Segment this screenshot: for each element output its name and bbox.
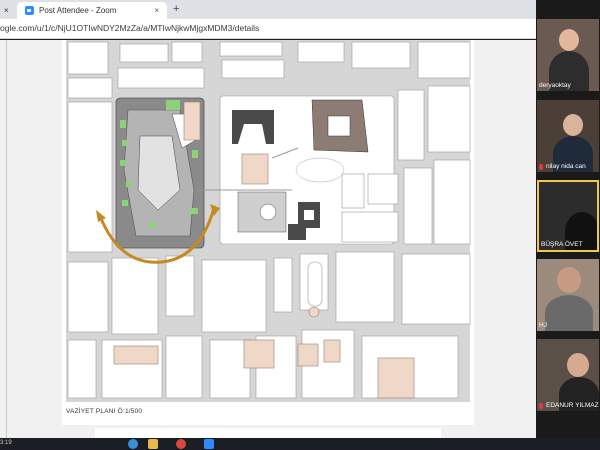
participant-name: HJ <box>539 322 547 329</box>
site-plan-document: VAZİYET PLANI Ö:1/500 <box>62 40 474 425</box>
participant-name: EDANUR YILMAZ <box>539 402 599 409</box>
page-content: VAZİYET PLANI Ö:1/500 <box>0 40 536 438</box>
participant-tile[interactable]: EDANUR YILMAZ <box>537 339 599 411</box>
zoom-app-icon[interactable] <box>204 439 214 449</box>
participant-tile-active[interactable]: BÜŞRA ÖVET <box>537 180 599 252</box>
participant-video-head <box>563 114 583 136</box>
participant-tile[interactable]: nilay nida can <box>537 100 599 172</box>
participant-video-head <box>559 29 579 51</box>
plan-caption: VAZİYET PLANI Ö:1/500 <box>66 408 143 415</box>
address-bar[interactable]: ogle.com/u/1/c/NjU1OTIwNDY2MzZa/a/MTIwNj… <box>0 19 536 39</box>
participant-name: nilay nida can <box>539 163 586 170</box>
participant-video-body <box>545 295 593 331</box>
participant-panel: deryaoktay nilay nida can BÜŞRA ÖVET HJ … <box>536 0 600 438</box>
adjacent-building <box>183 101 201 141</box>
chrome-icon[interactable] <box>176 439 186 449</box>
linear-park <box>307 261 323 307</box>
browser-tab-strip: × Post Attendee - Zoom × + <box>0 0 536 19</box>
participant-tile[interactable]: HJ <box>537 259 599 331</box>
participant-tile[interactable]: deryaoktay <box>537 19 599 91</box>
participant-video-head <box>567 353 589 377</box>
screen: × Post Attendee - Zoom × + ogle.com/u/1/… <box>0 0 600 450</box>
new-tab-button[interactable]: + <box>173 3 179 15</box>
tab-close-icon[interactable]: × <box>4 6 9 15</box>
participant-name: BÜŞRA ÖVET <box>541 241 583 248</box>
file-explorer-icon[interactable] <box>148 439 158 449</box>
participant-video-head <box>557 267 581 293</box>
complex-building <box>237 191 287 233</box>
participant-name: deryaoktay <box>539 82 571 89</box>
taskbar-clock: 3:19 <box>0 440 12 446</box>
browser-tab-zoom[interactable]: Post Attendee - Zoom × <box>17 2 167 19</box>
tab-close-icon[interactable]: × <box>154 6 159 15</box>
edge-icon[interactable] <box>128 439 138 449</box>
site-plan-drawing <box>66 40 471 402</box>
muted-mic-icon <box>539 163 543 170</box>
roundabout <box>308 306 320 318</box>
tab-title: Post Attendee - Zoom <box>39 6 117 15</box>
sidebar-edge <box>6 40 7 438</box>
browser-tab-previous[interactable]: × <box>0 2 17 19</box>
next-page-document <box>95 428 441 438</box>
muted-mic-icon <box>539 402 543 409</box>
courtyard-building <box>311 99 369 153</box>
zoom-icon <box>25 6 34 15</box>
url-text[interactable]: ogle.com/u/1/c/NjU1OTIwNDY2MzZa/a/MTIwNj… <box>0 23 259 33</box>
taskbar: 3:19 <box>0 438 600 450</box>
